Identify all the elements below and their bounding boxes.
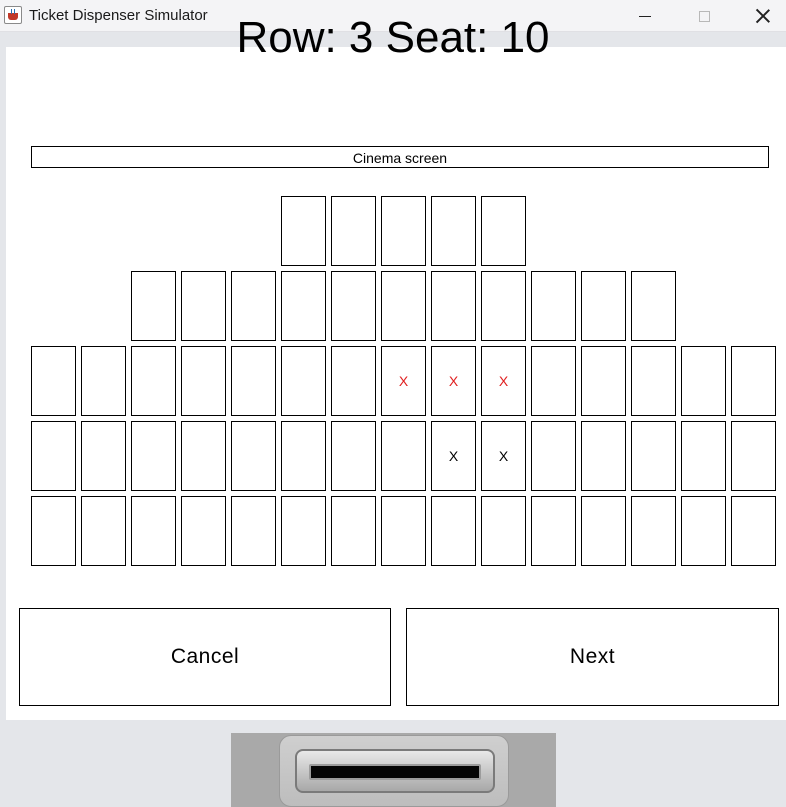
seat-button[interactable] [131, 346, 176, 416]
seat-button[interactable] [131, 271, 176, 341]
seat-button[interactable] [81, 346, 126, 416]
seat-button[interactable] [581, 496, 626, 566]
seat-button[interactable] [581, 271, 626, 341]
seat-button[interactable] [731, 346, 776, 416]
seat-button[interactable] [381, 196, 426, 266]
seat-button[interactable] [531, 346, 576, 416]
seat-button[interactable] [31, 496, 76, 566]
seat-button[interactable]: X [381, 346, 426, 416]
seat-button[interactable] [381, 271, 426, 341]
seat-button[interactable] [331, 196, 376, 266]
seat-button[interactable] [331, 421, 376, 491]
seat-button[interactable] [731, 496, 776, 566]
seat-button[interactable] [231, 421, 276, 491]
ticket-slot-icon [309, 764, 481, 780]
seat-button[interactable]: X [431, 346, 476, 416]
cinema-screen: Cinema screen [31, 146, 769, 168]
seat-button[interactable] [681, 421, 726, 491]
seat-button[interactable]: X [431, 421, 476, 491]
seat-button[interactable] [631, 421, 676, 491]
seat-button[interactable] [31, 421, 76, 491]
seat-button[interactable] [531, 421, 576, 491]
seat-button[interactable] [681, 496, 726, 566]
seat-button[interactable] [581, 346, 626, 416]
seat-button[interactable] [331, 496, 376, 566]
seat-button[interactable] [481, 196, 526, 266]
seat-button[interactable] [581, 421, 626, 491]
seat-button[interactable] [431, 196, 476, 266]
seat-button[interactable] [531, 496, 576, 566]
seat-button[interactable] [31, 346, 76, 416]
seat-button[interactable] [281, 271, 326, 341]
seat-button[interactable] [631, 271, 676, 341]
seat-button[interactable] [281, 496, 326, 566]
seat-button[interactable] [381, 496, 426, 566]
seat-button[interactable] [731, 421, 776, 491]
seat-button[interactable] [531, 271, 576, 341]
seat-button[interactable] [431, 271, 476, 341]
seat-button[interactable] [131, 496, 176, 566]
seat-button[interactable] [131, 421, 176, 491]
seat-button[interactable] [481, 496, 526, 566]
seat-button[interactable] [181, 271, 226, 341]
seat-button[interactable] [481, 271, 526, 341]
seat-button[interactable] [181, 346, 226, 416]
seat-button[interactable] [281, 196, 326, 266]
seat-button[interactable] [181, 496, 226, 566]
seat-button[interactable] [431, 496, 476, 566]
seat-button[interactable] [631, 346, 676, 416]
seat-button[interactable] [81, 421, 126, 491]
seat-button[interactable] [381, 421, 426, 491]
seat-button[interactable] [281, 346, 326, 416]
seat-button[interactable] [681, 346, 726, 416]
next-button[interactable]: Next [406, 608, 779, 706]
seat-button[interactable] [231, 346, 276, 416]
seat-button[interactable]: X [481, 346, 526, 416]
seat-button[interactable] [181, 421, 226, 491]
seat-button[interactable] [631, 496, 676, 566]
selection-heading: Row: 3 Seat: 10 [236, 13, 550, 62]
seat-button[interactable] [231, 496, 276, 566]
seat-button[interactable] [331, 271, 376, 341]
seat-button[interactable] [81, 496, 126, 566]
seat-button[interactable]: X [481, 421, 526, 491]
seat-button[interactable] [231, 271, 276, 341]
cancel-button[interactable]: Cancel [19, 608, 391, 706]
seat-button[interactable] [331, 346, 376, 416]
ticket-dispenser [231, 733, 556, 807]
seat-button[interactable] [281, 421, 326, 491]
